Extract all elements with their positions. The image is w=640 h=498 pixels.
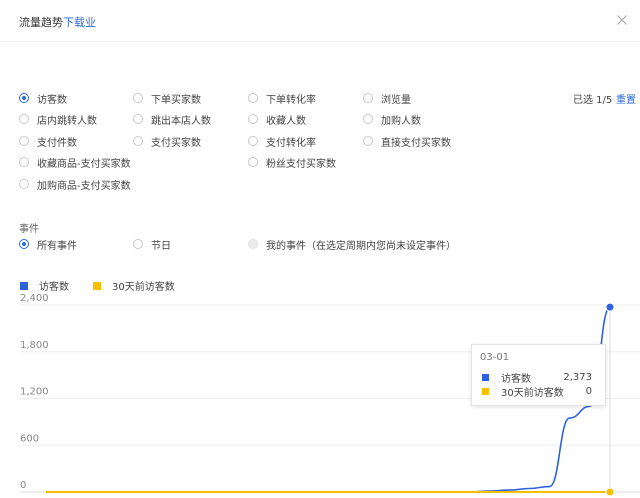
metric-label: 下单买家数 (151, 94, 201, 106)
tooltip-date: 03-01 (480, 352, 510, 363)
metric-label: 收藏商品-支付买家数 (37, 158, 131, 170)
metric-option[interactable]: 下单转化率 (248, 91, 316, 106)
metric-label: 浏览量 (381, 94, 411, 106)
events-section-label: 事件 (19, 224, 39, 235)
tooltip-series-name: 访客数 (501, 373, 531, 385)
tooltip-swatch (482, 387, 489, 395)
radio-inshop-jump[interactable] (19, 114, 29, 124)
metric-label: 店内跳转人数 (37, 115, 97, 127)
metric-label: 粉丝支付买家数 (266, 158, 336, 170)
metric-option[interactable]: 浏览量 (363, 91, 411, 106)
radio-paid-buyers[interactable] (133, 136, 143, 146)
metric-option[interactable]: 收藏商品-支付买家数 (19, 155, 131, 170)
metric-option[interactable]: 跳出本店人数 (133, 112, 211, 127)
event-label: 所有事件 (37, 240, 77, 252)
metric-option[interactable]: 加购人数 (363, 112, 421, 127)
metric-label: 跳出本店人数 (151, 115, 211, 127)
metric-option[interactable]: 支付转化率 (248, 134, 316, 149)
series-point-prev-visitors (605, 487, 615, 497)
tooltip-swatch (482, 373, 489, 381)
metric-label: 支付件数 (37, 137, 77, 149)
title-suffix: 业 (85, 16, 96, 29)
metric-label: 访客数 (37, 94, 67, 106)
reset-link[interactable]: 重置 (616, 91, 636, 106)
chart-tooltip: 03-01 访客数 2,373 30天前访客数 0 (471, 344, 606, 406)
radio-pageviews[interactable] (363, 93, 373, 103)
series-point-visitors (605, 302, 615, 312)
radio-fans-paid[interactable] (248, 157, 258, 167)
event-option[interactable]: 节日 (133, 237, 171, 252)
radio-holidays[interactable] (133, 239, 143, 249)
radio-order-conversion[interactable] (248, 93, 258, 103)
metric-option[interactable]: 访客数 (19, 91, 67, 106)
dialog-title: 流量趋势下载业 (19, 14, 96, 30)
metric-option[interactable]: 加购商品-支付买家数 (19, 177, 131, 192)
metric-label: 下单转化率 (266, 94, 316, 106)
radio-paid-items[interactable] (19, 136, 29, 146)
y-tick-label: 1,200 (20, 387, 49, 398)
metric-option[interactable]: 下单买家数 (133, 91, 201, 106)
tooltip-value: 0 (585, 385, 592, 397)
event-label: 节日 (151, 240, 171, 252)
radio-direct-paid[interactable] (363, 136, 373, 146)
metric-label: 支付买家数 (151, 137, 201, 149)
y-tick-label: 0 (20, 480, 26, 491)
radio-visitors[interactable] (19, 93, 29, 103)
tooltip-row: 30天前访客数 0 (482, 385, 592, 399)
title-text: 流量趋势 (19, 16, 63, 29)
event-option[interactable]: 所有事件 (19, 237, 77, 252)
metric-label: 收藏人数 (266, 115, 306, 127)
radio-my-events (248, 239, 258, 249)
radio-cart-paid[interactable] (19, 179, 29, 189)
close-icon[interactable] (616, 14, 628, 26)
legend-swatch (20, 281, 28, 290)
radio-fav-paid[interactable] (19, 157, 29, 167)
y-tick-label: 1,800 (20, 340, 49, 351)
radio-favorites[interactable] (248, 114, 258, 124)
legend-swatch (93, 281, 101, 290)
metric-option[interactable]: 粉丝支付买家数 (248, 155, 336, 170)
radio-order-buyers[interactable] (133, 93, 143, 103)
metric-option[interactable]: 直接支付买家数 (363, 134, 451, 149)
tooltip-value: 2,373 (563, 371, 592, 383)
metric-label: 直接支付买家数 (381, 137, 451, 149)
radio-paid-conversion[interactable] (248, 136, 258, 146)
dialog-header: 流量趋势下载业 (0, 0, 640, 42)
radio-bounce[interactable] (133, 114, 143, 124)
metric-option[interactable]: 收藏人数 (248, 112, 306, 127)
radio-all-events[interactable] (19, 239, 29, 249)
metric-label: 支付转化率 (266, 137, 316, 149)
event-label: 我的事件（在选定周期内您尚未设定事件） (266, 240, 456, 252)
y-tick-label: 2,400 (20, 293, 49, 304)
radio-add-cart[interactable] (363, 114, 373, 124)
tooltip-series-name: 30天前访客数 (501, 387, 564, 399)
download-link[interactable]: 下载 (63, 16, 85, 29)
metric-option[interactable]: 支付买家数 (133, 134, 201, 149)
y-tick-label: 600 (20, 433, 39, 444)
selected-count: 已选 1/5 (573, 95, 613, 106)
metric-label: 加购商品-支付买家数 (37, 180, 131, 192)
event-option-disabled: 我的事件（在选定周期内您尚未设定事件） (248, 237, 456, 252)
metric-option[interactable]: 支付件数 (19, 134, 77, 149)
tooltip-row: 访客数 2,373 (482, 371, 592, 385)
metric-label: 加购人数 (381, 115, 421, 127)
metric-option[interactable]: 店内跳转人数 (19, 112, 97, 127)
